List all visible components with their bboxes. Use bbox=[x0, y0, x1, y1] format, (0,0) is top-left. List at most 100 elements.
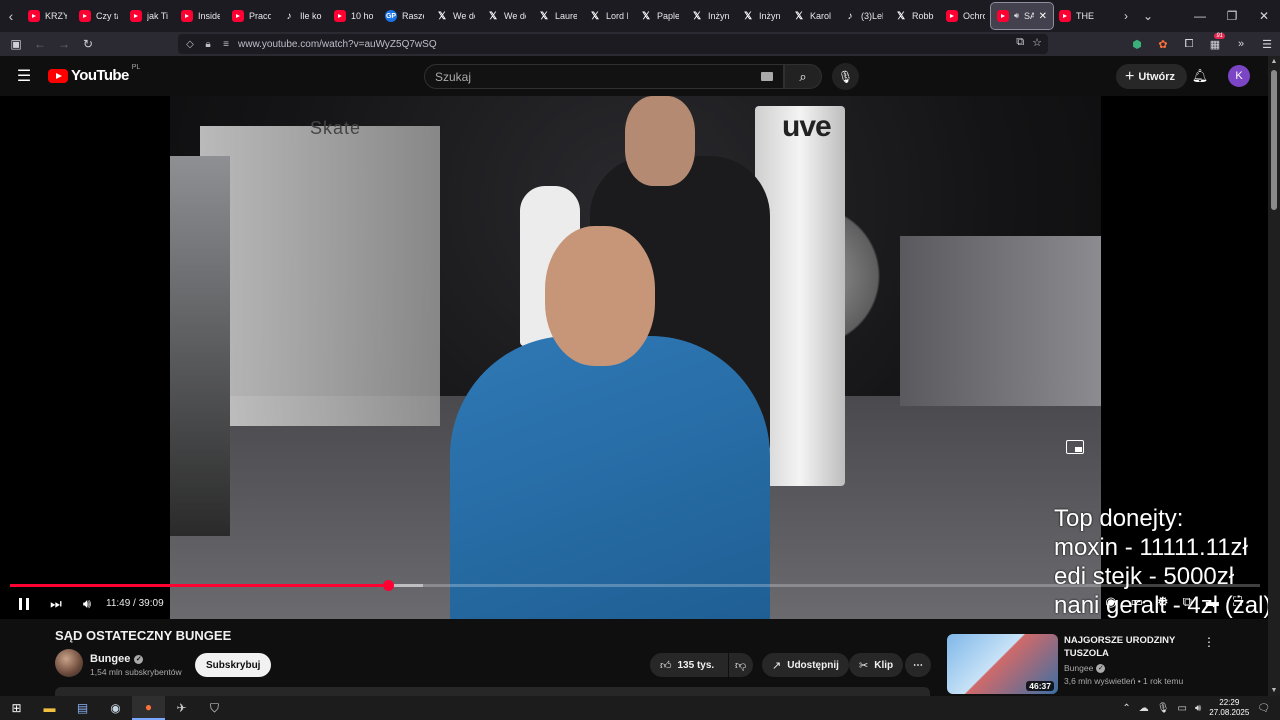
browser-tab[interactable]: 𝕏 We do bbox=[481, 3, 532, 29]
miniplayer-icon[interactable] bbox=[1066, 440, 1084, 454]
tracking-shield-icon[interactable]: ◇ bbox=[184, 39, 196, 50]
microphone-tray-icon[interactable]: 🎙︎ bbox=[1157, 703, 1170, 714]
taskbar-app2-icon[interactable]: ✈ bbox=[165, 696, 198, 720]
video-player[interactable]: Skate uve Top donejty: moxin - 11111.11z… bbox=[0, 96, 1268, 619]
browser-tab[interactable]: THE bbox=[1053, 3, 1104, 29]
steam-icon[interactable]: ◉ bbox=[99, 696, 132, 720]
like-button[interactable]: 👍︎ 135 tys. bbox=[650, 653, 728, 677]
tab-list-dropdown-icon[interactable]: ⌄ bbox=[1136, 0, 1160, 32]
recommended-title[interactable]: NAJGORSZE URODZINY TUSZOLA bbox=[1064, 634, 1204, 660]
browser-tab[interactable]: Inside bbox=[175, 3, 226, 29]
taskbar-app-icon[interactable]: ▤ bbox=[66, 696, 99, 720]
channel-name-text[interactable]: Bungee bbox=[90, 653, 130, 665]
browser-tab[interactable]: Ochro bbox=[940, 3, 991, 29]
forward-icon[interactable]: → bbox=[52, 32, 76, 56]
autoplay-toggle-icon[interactable]: ◉ bbox=[1105, 594, 1116, 610]
browser-tab[interactable]: 𝕏 Laure bbox=[532, 3, 583, 29]
speaker-playing-icon[interactable]: 🔊︎ bbox=[1014, 11, 1019, 21]
browser-tab[interactable]: 𝕏 Karol bbox=[787, 3, 838, 29]
theater-mode-icon[interactable]: ▬ bbox=[1206, 594, 1219, 610]
browser-tab[interactable]: 𝕏 Inżyni bbox=[736, 3, 787, 29]
tab-scroll-right-icon[interactable]: › bbox=[1114, 0, 1138, 32]
search-input[interactable] bbox=[435, 69, 755, 84]
browser-tab[interactable]: KRZYŻ bbox=[22, 3, 73, 29]
browser-tab[interactable]: GP Rasze bbox=[379, 3, 430, 29]
recommended-thumbnail[interactable]: 46:37 bbox=[947, 634, 1058, 694]
recommended-channel-text[interactable]: Bungee bbox=[1064, 663, 1093, 673]
taskbar-shield-icon[interactable]: ⛉ bbox=[198, 696, 231, 720]
bookmark-star-icon[interactable]: ☆ bbox=[1032, 36, 1042, 49]
extension-badge-icon[interactable]: ▦ 91 bbox=[1202, 32, 1228, 56]
cloud-icon[interactable]: ☁ bbox=[1139, 703, 1149, 714]
fullscreen-icon[interactable]: ⛶ bbox=[1233, 594, 1242, 610]
firefox-icon[interactable]: ● bbox=[132, 696, 165, 720]
miniplayer-button-icon[interactable]: ⧉ bbox=[1183, 594, 1192, 610]
tab-scroll-left-icon[interactable]: ‹ bbox=[0, 0, 22, 32]
browser-tab[interactable]: 𝕏 Robbi bbox=[889, 3, 940, 29]
settings-gear-icon[interactable]: ⚙︎ bbox=[1157, 594, 1169, 610]
youtube-logo[interactable]: YouTube PL bbox=[48, 64, 140, 84]
start-windows-icon[interactable]: ⊞ bbox=[0, 696, 33, 720]
tray-chevron-icon[interactable]: ⌃ bbox=[1122, 703, 1130, 714]
browser-tab[interactable]: Praco bbox=[226, 3, 277, 29]
sidebar-toggle-icon[interactable]: ▣ bbox=[4, 32, 28, 56]
subtitles-icon[interactable]: ▭ bbox=[1131, 594, 1143, 610]
browser-tab[interactable]: 𝕏 Lord I bbox=[583, 3, 634, 29]
pause-button[interactable] bbox=[12, 592, 36, 616]
notifications-bell-icon[interactable]: 🔔︎ bbox=[1190, 66, 1210, 86]
speaker-icon[interactable]: 🔊︎ bbox=[1195, 703, 1201, 714]
notifications-tray-icon[interactable]: 🗨︎ bbox=[1257, 703, 1270, 714]
minimize-icon[interactable]: — bbox=[1184, 0, 1216, 32]
voice-search-button[interactable]: 🎙︎ bbox=[832, 63, 859, 90]
browser-tab[interactable]: Czy ta bbox=[73, 3, 124, 29]
extension-fox-icon[interactable]: ✿ bbox=[1150, 32, 1176, 56]
network-icon[interactable]: ▭ bbox=[1177, 703, 1186, 714]
recommended-menu-icon[interactable]: ⋮ bbox=[1202, 635, 1216, 649]
recommended-channel[interactable]: Bungee ✓ bbox=[1064, 663, 1106, 673]
extension-shield-icon[interactable]: ⬢ bbox=[1124, 32, 1150, 56]
close-window-icon[interactable]: ✕ bbox=[1248, 0, 1280, 32]
channel-avatar[interactable] bbox=[55, 649, 83, 677]
browser-tab[interactable]: jak Ti bbox=[124, 3, 175, 29]
clip-button[interactable]: ✂ Klip bbox=[849, 653, 904, 677]
dislike-button[interactable]: 👎︎ bbox=[729, 653, 753, 677]
next-video-icon[interactable]: ⏭︎ bbox=[44, 592, 68, 616]
overflow-chevron-icon[interactable]: » bbox=[1228, 32, 1254, 56]
video-frame[interactable]: Skate uve bbox=[170, 96, 1101, 619]
channel-name[interactable]: Bungee ✓ bbox=[90, 653, 144, 665]
page-scrollbar[interactable]: ▲ ▼ bbox=[1268, 56, 1280, 696]
scroll-down-arrow-icon[interactable]: ▼ bbox=[1268, 687, 1280, 694]
browser-tab[interactable]: 𝕏 We do bbox=[430, 3, 481, 29]
permissions-icon[interactable]: ≡ bbox=[220, 39, 232, 50]
taskbar-clock[interactable]: 22:29 27.08.2025 bbox=[1209, 698, 1249, 718]
account-avatar[interactable]: K bbox=[1228, 65, 1250, 87]
file-explorer-icon[interactable]: ▬ bbox=[33, 696, 66, 720]
browser-tab[interactable]: ♪ Ile ko bbox=[277, 3, 328, 29]
search-button[interactable]: ⌕ bbox=[784, 64, 822, 89]
volume-icon[interactable]: 🔊︎ bbox=[75, 592, 99, 616]
share-button[interactable]: ↗ Udostępnij bbox=[762, 653, 849, 677]
browser-tab[interactable]: ♪ (3)Lek bbox=[838, 3, 889, 29]
keyboard-icon[interactable] bbox=[761, 72, 773, 81]
create-button[interactable]: + Utwórz bbox=[1116, 64, 1188, 89]
scroll-up-arrow-icon[interactable]: ▲ bbox=[1268, 58, 1280, 65]
pip-toggle-icon[interactable]: ⧉ bbox=[1016, 36, 1024, 49]
lock-icon[interactable]: 🔒︎ bbox=[202, 39, 214, 50]
url-text[interactable]: www.youtube.com/watch?v=auWyZ5Q7wSQ bbox=[238, 39, 437, 50]
restore-icon[interactable]: ❐ bbox=[1216, 0, 1248, 32]
extensions-puzzle-icon[interactable]: ⧠ bbox=[1176, 32, 1202, 56]
browser-tab[interactable]: 10 ho bbox=[328, 3, 379, 29]
app-menu-icon[interactable]: ☰ bbox=[1254, 32, 1280, 56]
close-tab-icon[interactable]: ✕ bbox=[1039, 11, 1047, 22]
subscribe-button[interactable]: Subskrybuj bbox=[195, 653, 272, 677]
address-bar[interactable]: ◇ 🔒︎ ≡ www.youtube.com/watch?v=auWyZ5Q7w… bbox=[178, 34, 1048, 54]
browser-tab-active[interactable]: 🔊︎ SĄD ✕ bbox=[990, 2, 1054, 30]
back-icon[interactable]: ← bbox=[28, 32, 52, 56]
description-box[interactable] bbox=[55, 687, 930, 696]
browser-tab[interactable]: 𝕏 Paple bbox=[634, 3, 685, 29]
progress-bar[interactable] bbox=[10, 580, 1260, 591]
scrollbar-thumb[interactable] bbox=[1271, 70, 1277, 210]
reload-icon[interactable]: ↻ bbox=[76, 32, 100, 56]
browser-tab[interactable]: 𝕏 Inżyni bbox=[685, 3, 736, 29]
guide-menu-icon[interactable]: ☰ bbox=[14, 66, 34, 86]
